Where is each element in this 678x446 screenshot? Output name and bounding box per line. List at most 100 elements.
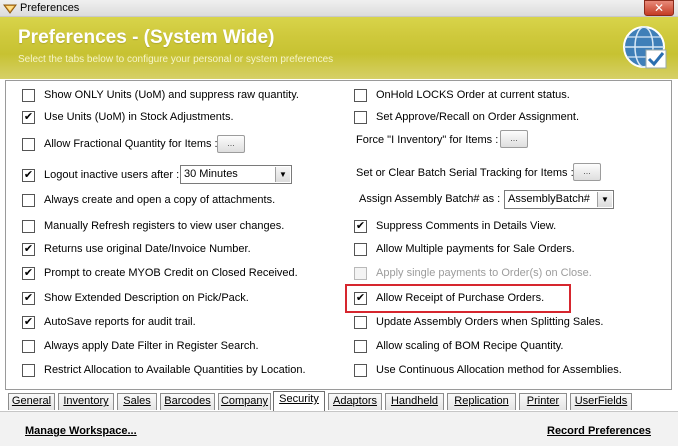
chevron-down-icon[interactable]: ▼ — [597, 192, 612, 207]
option-continuous-allocation[interactable]: Use Continuous Allocation method for Ass… — [354, 363, 622, 377]
tab-adaptors[interactable]: Adaptors — [328, 393, 382, 410]
tab-barcodes[interactable]: Barcodes — [160, 393, 215, 410]
checkbox — [354, 266, 367, 280]
option-myob-credit[interactable]: ✔ Prompt to create MYOB Credit on Closed… — [22, 266, 298, 280]
option-label: Allow Fractional Quantity for Items : — [44, 138, 218, 150]
option-single-payments: Apply single payments to Order(s) on Clo… — [354, 266, 592, 280]
assembly-batch-select[interactable]: AssemblyBatch# ▼ — [504, 190, 614, 209]
globe-check-icon — [623, 26, 667, 69]
option-logout-inactive[interactable]: ✔ Logout inactive users after : — [22, 168, 179, 182]
tab-label: Sales — [123, 395, 151, 407]
checkbox[interactable] — [354, 339, 367, 353]
tab-security[interactable]: Security — [273, 391, 325, 411]
tab-handheld[interactable]: Handheld — [385, 393, 444, 410]
select-value: 30 Minutes — [184, 168, 238, 180]
checkbox[interactable] — [354, 242, 367, 256]
option-label: Returns use original Date/Invoice Number… — [44, 243, 251, 255]
option-label: Set Approve/Recall on Order Assignment. — [376, 111, 579, 123]
force-inventory-button[interactable]: ... — [500, 130, 528, 148]
window-title: Preferences — [20, 2, 80, 14]
option-onhold-locks[interactable]: OnHold LOCKS Order at current status. — [354, 88, 570, 102]
tab-userfields[interactable]: UserFields — [570, 393, 632, 410]
option-suppress-comments[interactable]: ✔ Suppress Comments in Details View. — [354, 219, 556, 233]
option-manual-refresh[interactable]: Manually Refresh registers to view user … — [22, 219, 284, 233]
page-title: Preferences - (System Wide) — [18, 27, 275, 48]
tab-label: Barcodes — [164, 395, 211, 407]
tab-label: Inventory — [63, 395, 109, 407]
tab-printer[interactable]: Printer — [519, 393, 567, 410]
checkbox[interactable] — [22, 219, 35, 233]
option-label: Manually Refresh registers to view user … — [44, 220, 285, 232]
checkbox[interactable]: ✔ — [22, 168, 35, 182]
close-icon: ✕ — [653, 1, 665, 15]
checkbox[interactable] — [22, 339, 35, 353]
tab-sales[interactable]: Sales — [117, 393, 157, 410]
option-bom-scaling[interactable]: Allow scaling of BOM Recipe Quantity. — [354, 339, 563, 353]
checkbox[interactable] — [22, 363, 35, 377]
checkbox[interactable] — [22, 137, 35, 151]
batch-serial-label: Set or Clear Batch Serial Tracking for I… — [356, 167, 574, 179]
logout-timeout-select[interactable]: 30 Minutes ▼ — [180, 165, 292, 184]
option-copy-attachments[interactable]: Always create and open a copy of attachm… — [22, 193, 275, 207]
option-autosave-reports[interactable]: ✔ AutoSave reports for audit trail. — [22, 315, 196, 329]
option-label: Prompt to create MYOB Credit on Closed R… — [44, 267, 298, 279]
option-approve-recall[interactable]: Set Approve/Recall on Order Assignment. — [354, 110, 579, 124]
checkbox[interactable]: ✔ — [22, 291, 35, 305]
batch-serial-button[interactable]: ... — [573, 163, 601, 181]
option-label: Logout inactive users after : — [44, 169, 180, 181]
force-inventory-label: Force "I Inventory" for Items : — [356, 134, 499, 146]
app-icon — [3, 4, 17, 14]
option-label: AutoSave reports for audit trail. — [44, 316, 196, 328]
fractional-items-button[interactable]: ... — [217, 135, 245, 153]
checkbox[interactable] — [354, 363, 367, 377]
tab-bar: General Inventory Sales Barcodes Company… — [0, 391, 678, 411]
tab-label: Printer — [526, 395, 560, 407]
tab-general[interactable]: General — [8, 393, 55, 410]
option-label: Update Assembly Orders when Splitting Sa… — [376, 316, 604, 328]
checkbox[interactable] — [22, 193, 35, 207]
option-use-units-stock-adj[interactable]: ✔ Use Units (UoM) in Stock Adjustments. — [22, 110, 234, 124]
option-label: Always apply Date Filter in Register Sea… — [44, 340, 259, 352]
tab-replication[interactable]: Replication — [447, 393, 516, 410]
tab-label: General — [11, 395, 52, 407]
tab-company[interactable]: Company — [218, 393, 271, 410]
option-label: Allow scaling of BOM Recipe Quantity. — [376, 340, 564, 352]
checkbox[interactable]: ✔ — [22, 110, 35, 124]
tab-label: Replication — [454, 395, 509, 407]
header-banner: Preferences - (System Wide) Select the t… — [0, 17, 678, 79]
option-label: Restrict Allocation to Available Quantit… — [44, 364, 306, 376]
select-value: AssemblyBatch# — [508, 193, 590, 205]
option-show-only-units[interactable]: Show ONLY Units (UoM) and suppress raw q… — [22, 88, 299, 102]
checkbox[interactable] — [354, 315, 367, 329]
tab-label: Adaptors — [332, 395, 378, 407]
option-fractional-quantity[interactable]: Allow Fractional Quantity for Items : — [22, 137, 218, 151]
option-date-filter[interactable]: Always apply Date Filter in Register Sea… — [22, 339, 259, 353]
chevron-down-icon[interactable]: ▼ — [275, 167, 290, 182]
close-button[interactable]: ✕ — [644, 0, 674, 16]
checkbox[interactable]: ✔ — [22, 242, 35, 256]
option-returns-original-date[interactable]: ✔ Returns use original Date/Invoice Numb… — [22, 242, 251, 256]
checkbox[interactable]: ✔ — [22, 315, 35, 329]
option-label: OnHold LOCKS Order at current status. — [376, 89, 570, 101]
checkbox[interactable]: ✔ — [354, 219, 367, 233]
window-titlebar: Preferences ✕ — [0, 0, 678, 17]
tab-label: Security — [279, 393, 319, 405]
option-label: Use Units (UoM) in Stock Adjustments. — [44, 111, 234, 123]
checkbox[interactable]: ✔ — [22, 266, 35, 280]
tab-inventory[interactable]: Inventory — [58, 393, 114, 410]
option-restrict-allocation[interactable]: Restrict Allocation to Available Quantit… — [22, 363, 306, 377]
tab-label: UserFields — [574, 395, 628, 407]
option-label: Suppress Comments in Details View. — [376, 220, 557, 232]
checkbox[interactable] — [354, 88, 367, 102]
manage-workspace-link[interactable]: Manage Workspace... — [25, 425, 137, 437]
security-panel: Show ONLY Units (UoM) and suppress raw q… — [5, 80, 672, 390]
record-preferences-link[interactable]: Record Preferences — [547, 425, 651, 437]
option-update-assembly-orders[interactable]: Update Assembly Orders when Splitting Sa… — [354, 315, 603, 329]
option-extended-description[interactable]: ✔ Show Extended Description on Pick/Pack… — [22, 291, 249, 305]
option-label: Allow Multiple payments for Sale Orders. — [376, 243, 575, 255]
option-label: Show ONLY Units (UoM) and suppress raw q… — [44, 89, 299, 101]
checkbox[interactable] — [354, 110, 367, 124]
option-multiple-payments[interactable]: Allow Multiple payments for Sale Orders. — [354, 242, 575, 256]
checkbox[interactable] — [22, 88, 35, 102]
option-label: Always create and open a copy of attachm… — [44, 194, 276, 206]
